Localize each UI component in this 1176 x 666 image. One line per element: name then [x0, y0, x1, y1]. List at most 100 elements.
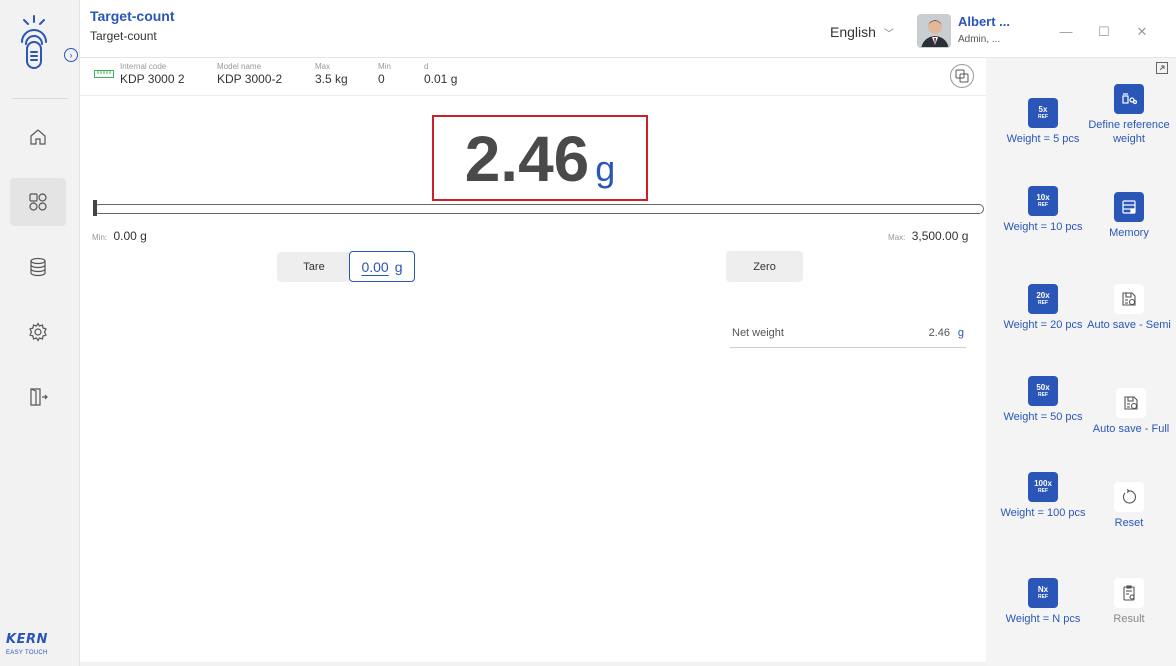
sidebar-item-logout[interactable] — [10, 373, 66, 421]
max-value: 3.5 kg — [315, 72, 348, 86]
ref-n-icon-count: Nx — [1037, 585, 1049, 594]
model-name-value: KDP 3000-2 — [217, 72, 283, 86]
minimize-button[interactable]: — — [1056, 24, 1076, 39]
memory-label: Memory — [1109, 227, 1149, 239]
min-value: 0 — [378, 72, 385, 86]
page-subtitle: Target-count — [90, 29, 157, 43]
kern-logo-subtitle: EASY TOUCH — [6, 650, 48, 656]
zero-button[interactable]: Zero — [726, 251, 803, 282]
ref-50-icon: 50x REF — [1028, 376, 1058, 406]
logout-icon — [30, 388, 48, 406]
sidebar-divider — [12, 98, 68, 99]
weight-unit: g — [595, 148, 616, 189]
model-name-field: Model name KDP 3000-2 — [217, 62, 282, 86]
copy-button[interactable] — [950, 64, 974, 88]
internal-code-field: Internal code KDP 3000 2 — [120, 62, 185, 86]
ref-10-button[interactable]: 10x REF Weight = 10 pcs — [1000, 186, 1086, 234]
maximize-button[interactable]: ☐ — [1094, 24, 1114, 40]
settings-icon — [29, 322, 47, 342]
ref-n-icon-ref: REF — [1038, 594, 1048, 600]
auto-save-full-button[interactable]: Auto save - Full — [1086, 388, 1176, 436]
sidebar-item-home[interactable] — [10, 113, 66, 161]
auto-save-semi-label: Auto save - Semi — [1087, 319, 1171, 331]
sidebar-item-settings[interactable] — [10, 308, 66, 356]
tare-button[interactable]: Tare — [277, 252, 351, 282]
reset-button[interactable]: Reset — [1086, 482, 1172, 530]
weighing-panel: Internal code KDP 3000 2 Model name KDP … — [80, 58, 986, 662]
reset-label: Reset — [1114, 517, 1144, 529]
range-max-value: 3,500.00 g — [911, 229, 969, 243]
result-button[interactable]: Result — [1086, 578, 1172, 626]
ref-5-icon-ref: REF — [1038, 114, 1048, 120]
sidebar-nav — [10, 113, 68, 438]
ref-100-icon-ref: REF — [1038, 488, 1048, 494]
result-label: Result — [1113, 613, 1145, 625]
page-title: Target-count — [90, 8, 175, 24]
range-max-prefix: Max: — [888, 233, 906, 242]
applications-icon — [29, 193, 47, 211]
chevron-down-icon: ﹀ — [883, 29, 894, 40]
range-min-value: 0.00 g — [113, 229, 147, 243]
avatar[interactable] — [917, 14, 951, 48]
d-field: d 0.01 g — [424, 62, 457, 86]
chevron-right-icon: › — [69, 50, 73, 60]
range-min-prefix: Min: — [92, 233, 108, 242]
internal-code-value: KDP 3000 2 — [120, 72, 185, 86]
capacity-marker — [93, 200, 97, 216]
ref-5-icon: 5x REF — [1028, 98, 1058, 128]
auto-save-semi-button[interactable]: Auto save - Semi — [1086, 284, 1172, 332]
define-reference-label: Define reference weight — [1088, 119, 1170, 145]
range-max: Max: 3,500.00 g — [888, 229, 968, 243]
ref-20-button[interactable]: 20x REF Weight = 20 pcs — [1000, 284, 1086, 332]
kern-logo: KERN — [6, 632, 48, 647]
auto-save-full-icon — [1116, 388, 1146, 418]
ref-100-button[interactable]: 100x REF Weight = 100 pcs — [1000, 472, 1086, 520]
function-panel: 5x REF Weight = 5 pcs Define reference w… — [986, 58, 1176, 666]
net-weight-label: Net weight — [732, 327, 784, 339]
expand-icon[interactable] — [1156, 62, 1168, 74]
sidebar: › KERN EASY TOUCH — [0, 0, 80, 666]
capacity-track — [94, 204, 984, 214]
auto-save-full-label: Auto save - Full — [1092, 423, 1170, 435]
memory-button[interactable]: Memory — [1086, 192, 1172, 240]
reset-icon — [1114, 482, 1144, 512]
copy-icon — [955, 69, 969, 83]
ref-50-button[interactable]: 50x REF Weight = 50 pcs — [1000, 376, 1086, 424]
capacity-bar — [92, 200, 986, 216]
define-reference-icon — [1114, 84, 1144, 114]
close-button[interactable]: ✕ — [1132, 24, 1152, 40]
ref-20-icon-ref: REF — [1038, 300, 1048, 306]
net-weight-value: 2.46 — [928, 327, 950, 339]
sidebar-item-applications[interactable] — [10, 178, 66, 226]
ref-10-icon-ref: REF — [1038, 202, 1048, 208]
ref-10-label: Weight = 10 pcs — [1003, 221, 1083, 233]
max-label: Max — [315, 62, 331, 71]
weight-display: 2.46 g — [432, 115, 648, 201]
max-field: Max 3.5 kg — [315, 62, 348, 86]
user-photo-icon — [918, 15, 950, 47]
ref-50-label: Weight = 50 pcs — [1003, 411, 1083, 423]
define-reference-weight-button[interactable]: Define reference weight — [1086, 84, 1172, 146]
ref-50-icon-ref: REF — [1038, 392, 1048, 398]
user-name[interactable]: Albert ... — [958, 14, 1010, 29]
min-label: Min — [378, 62, 391, 71]
d-label: d — [424, 62, 429, 71]
ref-20-label: Weight = 20 pcs — [1003, 319, 1083, 331]
fingerprint-logo-icon — [16, 14, 52, 70]
sidebar-item-database[interactable] — [10, 243, 66, 291]
ref-5-button[interactable]: 5x REF Weight = 5 pcs — [1000, 98, 1086, 146]
memory-icon — [1114, 192, 1144, 222]
range-min: Min: 0.00 g — [92, 229, 147, 243]
model-name-label: Model name — [217, 62, 262, 71]
header: Target-count Target-count English ﹀ Albe… — [80, 0, 1176, 58]
language-label: English — [830, 24, 876, 40]
tare-input[interactable]: 0.00 g — [349, 251, 415, 282]
home-icon — [30, 129, 46, 145]
ref-n-button[interactable]: Nx REF Weight = N pcs — [1000, 578, 1086, 626]
sidebar-expand-button[interactable]: › — [64, 48, 78, 62]
result-icon — [1114, 578, 1144, 608]
d-value: 0.01 g — [424, 72, 458, 86]
language-selector[interactable]: English ﹀ — [830, 24, 894, 40]
ref-50-icon-count: 50x — [1036, 383, 1050, 392]
scale-icon — [94, 70, 114, 78]
